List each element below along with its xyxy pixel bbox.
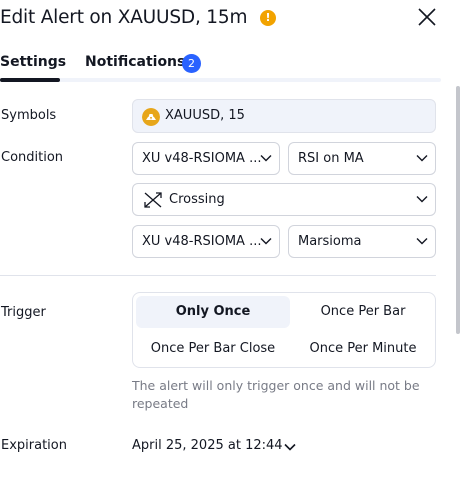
trigger-hint: The alert will only trigger once and wil… [132,378,420,411]
tabs-divider [0,78,441,82]
expiration-label: Expiration [1,438,67,453]
condition-source-value: XU v48-RSIOMA ... [142,151,262,166]
condition-label: Condition [1,150,64,165]
chevron-down-icon [260,238,272,245]
condition-source-select[interactable]: XU v48-RSIOMA ... [132,142,280,175]
chevron-down-icon[interactable] [284,443,296,451]
exclamation-icon[interactable]: ! [260,10,276,26]
trigger-option-once-per-bar-close[interactable]: Once Per Bar Close [136,333,290,365]
chevron-down-icon [416,238,428,245]
condition-target-source-value: XU v48-RSIOMA ... [142,234,262,249]
symbols-value: XAUUSD, 15 [165,108,245,123]
trigger-option-once-per-minute[interactable]: Once Per Minute [290,333,436,365]
notifications-count-badge: 2 [182,54,201,73]
tab-settings[interactable]: Settings [0,54,66,70]
chevron-down-icon [416,196,428,203]
close-icon[interactable] [416,6,438,28]
crossing-icon [144,192,162,208]
trigger-label: Trigger [1,305,46,320]
scrollbar[interactable] [456,86,460,334]
condition-target-source-select[interactable]: XU v48-RSIOMA ... [132,225,280,258]
condition-plot-select[interactable]: RSI on MA [288,142,436,175]
tab-notifications[interactable]: Notifications [85,54,185,70]
section-divider [0,275,436,276]
condition-target-plot-select[interactable]: Marsioma [288,225,436,258]
chevron-down-icon [416,155,428,162]
gold-symbol-icon [142,108,160,126]
trigger-option-only-once[interactable]: Only Once [136,296,290,328]
trigger-option-once-per-bar[interactable]: Once Per Bar [290,296,436,328]
dialog-title: Edit Alert on XAUUSD, 15m [0,7,248,28]
symbols-field: XAUUSD, 15 [132,99,436,133]
condition-plot-value: RSI on MA [298,151,364,166]
expiration-date-button[interactable]: April 25, 2025 at 12:44 [132,438,283,453]
chevron-down-icon [260,155,272,162]
active-tab-indicator [0,78,60,82]
condition-operator-select[interactable]: Crossing [132,183,436,216]
condition-operator-value: Crossing [169,192,225,207]
symbols-label: Symbols [1,108,57,123]
condition-target-plot-value: Marsioma [298,234,362,249]
